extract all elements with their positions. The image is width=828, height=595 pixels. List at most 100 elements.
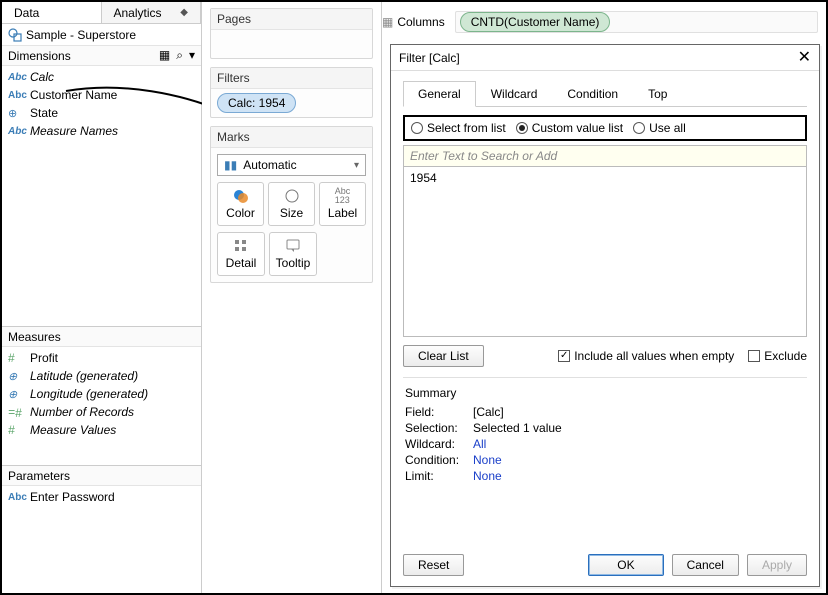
tab-caret-icon: ◆ xyxy=(180,7,188,18)
dimensions-list: Abc Calc Abc Customer Name ⊕ State Abc M… xyxy=(2,66,201,142)
left-sidebar: Data Analytics ◆ Sample - Superstore Dim… xyxy=(2,2,202,593)
tab-wildcard[interactable]: Wildcard xyxy=(476,81,553,107)
summary-limit-label: Limit: xyxy=(405,469,473,483)
summary-field-label: Field: xyxy=(405,405,473,419)
dialog-tabs: General Wildcard Condition Top xyxy=(403,81,807,107)
chevron-down-icon: ▾ xyxy=(354,160,359,171)
globe-icon: ⊕ xyxy=(8,107,26,120)
tab-analytics[interactable]: Analytics ◆ xyxy=(102,2,202,23)
tab-data[interactable]: Data xyxy=(2,2,102,23)
cancel-button[interactable]: Cancel xyxy=(672,554,739,576)
mark-type-select[interactable]: ▮▮ Automatic ▾ xyxy=(217,154,366,176)
summary-wildcard-value[interactable]: All xyxy=(473,437,486,451)
radio-select-from-list[interactable]: Select from list xyxy=(411,121,506,135)
detail-icon xyxy=(234,238,248,254)
summary-limit-value[interactable]: None xyxy=(473,469,502,483)
btn-label: Label xyxy=(328,206,357,220)
values-list[interactable]: 1954 xyxy=(403,167,807,337)
field-label: Longitude (generated) xyxy=(30,387,148,401)
clear-list-button[interactable]: Clear List xyxy=(403,345,484,367)
field-label: Measure Names xyxy=(30,124,118,138)
search-add-input[interactable]: Enter Text to Search or Add xyxy=(403,145,807,167)
param-enter-password[interactable]: Abc Enter Password xyxy=(2,488,201,506)
bar-chart-icon: ▮▮ xyxy=(224,158,237,172)
dimensions-header: Dimensions ▦ ⌕ ▾ xyxy=(2,46,201,66)
pages-shelf[interactable]: Pages xyxy=(210,8,373,59)
view-icon[interactable]: ▦ xyxy=(159,48,170,63)
columns-pill-cntd[interactable]: CNTD(Customer Name) xyxy=(460,12,611,32)
field-calc[interactable]: Abc Calc xyxy=(2,68,201,86)
field-latitude[interactable]: ⊕ Latitude (generated) xyxy=(2,367,201,385)
mark-type-value: Automatic xyxy=(243,158,296,172)
tab-condition[interactable]: Condition xyxy=(552,81,633,107)
datasource-icon xyxy=(8,28,22,42)
measures-header: Measures xyxy=(2,327,201,347)
radio-label: Use all xyxy=(649,121,686,135)
field-profit[interactable]: # Profit xyxy=(2,349,201,367)
sidebar-tabs: Data Analytics ◆ xyxy=(2,2,201,24)
summary-selection-label: Selection: xyxy=(405,421,473,435)
btn-label: Color xyxy=(226,206,255,220)
columns-drop-area[interactable]: CNTD(Customer Name) xyxy=(455,11,818,33)
value-row[interactable]: 1954 xyxy=(410,171,800,185)
radio-label: Select from list xyxy=(427,121,506,135)
chk-label: Exclude xyxy=(764,349,807,363)
close-icon[interactable]: ✕ xyxy=(798,50,811,66)
filters-shelf[interactable]: Filters Calc: 1954 xyxy=(210,67,373,118)
tab-top[interactable]: Top xyxy=(633,81,682,107)
field-state[interactable]: ⊕ State xyxy=(2,104,201,122)
hash-icon: # xyxy=(8,423,26,437)
field-number-records[interactable]: Number of Records xyxy=(2,403,201,421)
field-label: Latitude (generated) xyxy=(30,369,138,383)
marks-size-button[interactable]: Size xyxy=(268,182,315,226)
marks-color-button[interactable]: Color xyxy=(217,182,264,226)
columns-icon: ▦ xyxy=(382,15,393,29)
exclude-checkbox[interactable]: Exclude xyxy=(748,349,807,363)
field-customer-name[interactable]: Abc Customer Name xyxy=(2,86,201,104)
summary-condition-value[interactable]: None xyxy=(473,453,502,467)
columns-shelf: ▦ Columns CNTD(Customer Name) xyxy=(382,8,818,36)
marks-tooltip-button[interactable]: Tooltip xyxy=(269,232,317,276)
summary-wildcard-label: Wildcard: xyxy=(405,437,473,451)
search-icon[interactable]: ⌕ xyxy=(176,48,183,63)
btn-label: Detail xyxy=(226,256,257,270)
marks-label-button[interactable]: Abc123 Label xyxy=(319,182,366,226)
tab-analytics-label: Analytics xyxy=(114,6,162,20)
datasource-row[interactable]: Sample - Superstore xyxy=(2,24,201,46)
parameters-label: Parameters xyxy=(8,469,70,483)
tooltip-icon xyxy=(286,238,300,254)
summary-selection-value: Selected 1 value xyxy=(473,421,562,435)
marks-card: Marks ▮▮ Automatic ▾ Color Size xyxy=(210,126,373,283)
filter-pill-calc[interactable]: Calc: 1954 xyxy=(217,93,296,113)
radio-custom-value-list[interactable]: Custom value list xyxy=(516,121,623,135)
field-label: Enter Password xyxy=(30,490,115,504)
globe-icon: ⊕ xyxy=(8,370,26,383)
columns-label: ▦ Columns xyxy=(382,15,445,29)
dimensions-label: Dimensions xyxy=(8,49,71,63)
tab-general[interactable]: General xyxy=(403,81,476,107)
pages-header: Pages xyxy=(211,9,372,30)
chk-label: Include all values when empty xyxy=(574,349,734,363)
eqhash-icon xyxy=(8,405,26,419)
field-measure-values[interactable]: # Measure Values xyxy=(2,421,201,439)
abc-icon: Abc xyxy=(8,90,26,101)
summary-condition-label: Condition: xyxy=(405,453,473,467)
radio-use-all[interactable]: Use all xyxy=(633,121,686,135)
ok-button[interactable]: OK xyxy=(588,554,663,576)
filters-header: Filters xyxy=(211,68,372,89)
field-longitude[interactable]: ⊕ Longitude (generated) xyxy=(2,385,201,403)
field-label: State xyxy=(30,106,58,120)
color-icon xyxy=(233,188,249,204)
include-empty-checkbox[interactable]: ✓Include all values when empty xyxy=(558,349,734,363)
field-measure-names[interactable]: Abc Measure Names xyxy=(2,122,201,140)
marks-detail-button[interactable]: Detail xyxy=(217,232,265,276)
field-label: Customer Name xyxy=(30,88,117,102)
dropdown-icon[interactable]: ▾ xyxy=(189,48,195,63)
dialog-titlebar: Filter [Calc] ✕ xyxy=(391,45,819,71)
btn-label: Tooltip xyxy=(276,256,311,270)
field-label: Number of Records xyxy=(30,405,134,419)
reset-button[interactable]: Reset xyxy=(403,554,464,576)
apply-button[interactable]: Apply xyxy=(747,554,807,576)
label-icon: Abc123 xyxy=(335,188,351,204)
columns-text: Columns xyxy=(397,15,444,29)
